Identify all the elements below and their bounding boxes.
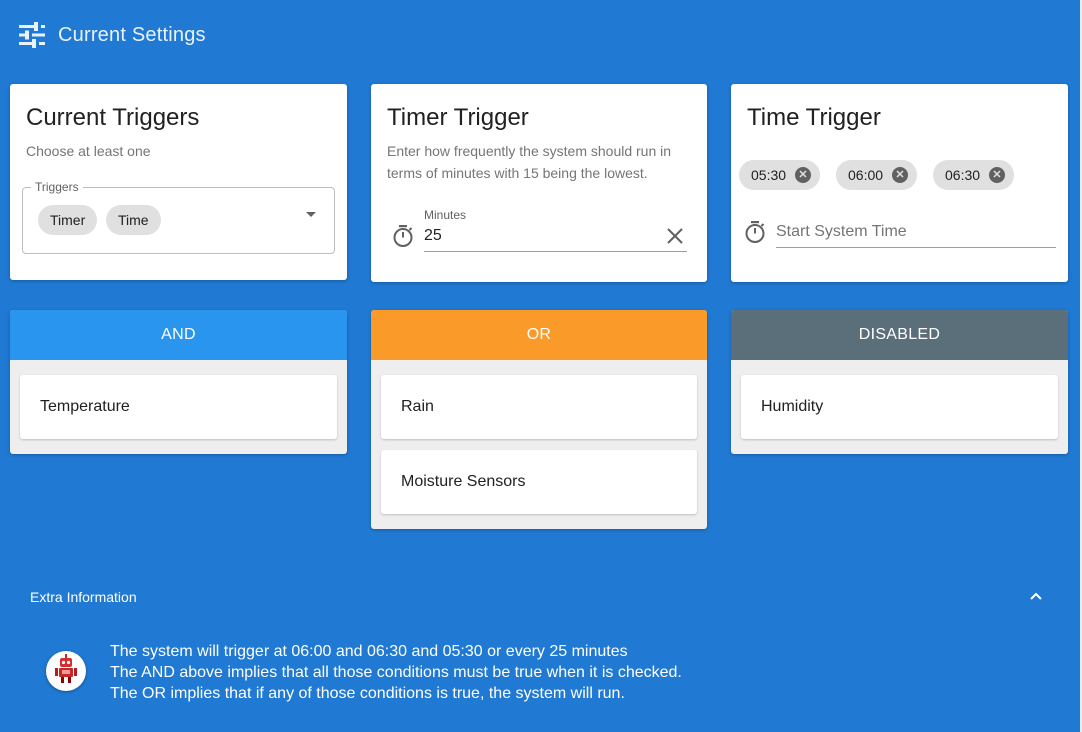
and-group-header: AND <box>10 310 347 360</box>
time-chip-0600[interactable]: 06:00 ✕ <box>836 160 917 190</box>
info-line: The system will trigger at 06:00 and 06:… <box>110 643 628 660</box>
timer-trigger-card: Timer Trigger Enter how frequently the s… <box>371 84 707 282</box>
minutes-input[interactable]: 25 <box>424 227 664 245</box>
time-chip-label: 06:30 <box>945 167 981 183</box>
description-line: Enter how frequently the system should r… <box>387 143 672 159</box>
time-chip-label: 05:30 <box>751 167 787 183</box>
minutes-label: Minutes <box>424 208 467 222</box>
trigger-chip-timer[interactable]: Timer <box>38 205 98 235</box>
tune-icon[interactable] <box>18 21 46 49</box>
app-header: Current Settings <box>18 18 206 52</box>
triggers-select[interactable]: Triggers Timer Time <box>22 180 335 254</box>
start-system-time-input[interactable]: Start System Time <box>776 223 1046 241</box>
clear-icon[interactable] <box>666 227 684 250</box>
triggers-select-label: Triggers <box>31 180 83 194</box>
robot-avatar <box>46 651 86 691</box>
disabled-group-header: DISABLED <box>731 310 1068 360</box>
or-group-header: OR <box>371 310 707 360</box>
minutes-underline <box>424 251 687 252</box>
page: Current Settings Current Triggers Choose… <box>0 0 1082 732</box>
time-chip-0530[interactable]: 05:30 ✕ <box>739 160 820 190</box>
dropdown-arrow-icon[interactable] <box>306 212 316 217</box>
timer-icon <box>744 220 766 249</box>
start-time-underline <box>776 247 1056 248</box>
current-triggers-card: Current Triggers Choose at least one Tri… <box>10 84 347 280</box>
remove-chip-icon[interactable]: ✕ <box>892 167 908 183</box>
and-group: AND Temperature <box>10 310 347 454</box>
condition-item-rain[interactable]: Rain <box>381 375 697 439</box>
page-title: Current Settings <box>58 23 206 46</box>
card-description: Enter how frequently the system should r… <box>387 140 671 184</box>
card-subtitle: Choose at least one <box>26 143 151 159</box>
chevron-up-icon[interactable] <box>1028 588 1044 609</box>
info-line: The OR implies that if any of those cond… <box>110 685 625 702</box>
remove-chip-icon[interactable]: ✕ <box>989 167 1005 183</box>
trigger-chip-time[interactable]: Time <box>106 205 161 235</box>
condition-item-moisture-sensors[interactable]: Moisture Sensors <box>381 450 697 514</box>
robot-icon <box>53 653 79 689</box>
condition-item-humidity[interactable]: Humidity <box>741 375 1058 439</box>
remove-chip-icon[interactable]: ✕ <box>795 167 811 183</box>
card-title: Current Triggers <box>26 104 200 131</box>
info-line: The AND above implies that all those con… <box>110 664 682 681</box>
time-chip-label: 06:00 <box>848 167 884 183</box>
card-title: Time Trigger <box>747 104 881 131</box>
condition-item-temperature[interactable]: Temperature <box>20 375 337 439</box>
disabled-group: DISABLED Humidity <box>731 310 1068 454</box>
timer-icon <box>392 224 414 253</box>
time-trigger-card: Time Trigger 05:30 ✕ 06:00 ✕ 06:30 ✕ Sta… <box>731 84 1068 282</box>
time-chip-0630[interactable]: 06:30 ✕ <box>933 160 1014 190</box>
description-line: terms of minutes with 15 being the lowes… <box>387 165 648 181</box>
extra-information-title[interactable]: Extra Information <box>30 589 137 605</box>
or-group: OR Rain Moisture Sensors <box>371 310 707 529</box>
card-title: Timer Trigger <box>387 104 529 131</box>
extra-information-text: The system will trigger at 06:00 and 06:… <box>110 641 682 704</box>
